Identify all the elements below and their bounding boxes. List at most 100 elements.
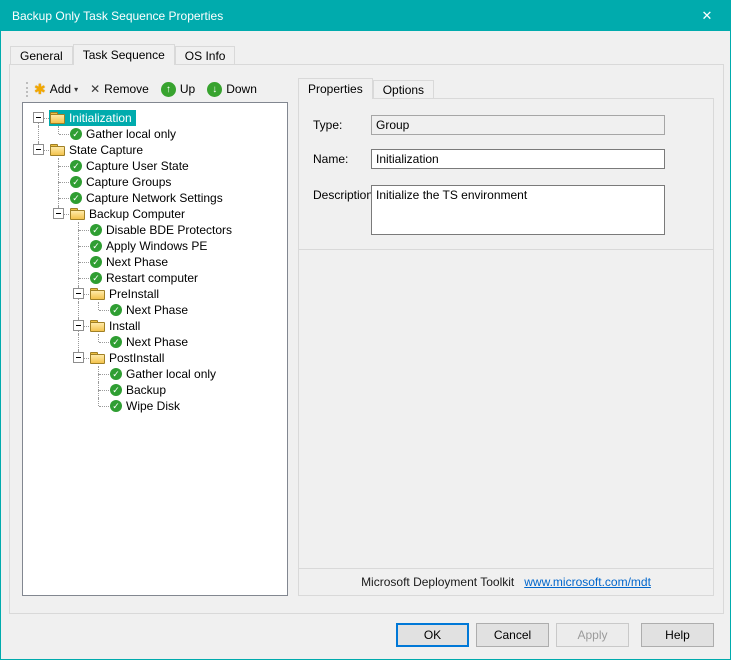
tree-node-content: ✓ Apply Windows PE	[89, 238, 211, 254]
tree-item-backup[interactable]: ✓Backup	[29, 382, 287, 398]
tree-expander-cell	[69, 350, 89, 366]
collapse-toggle-icon[interactable]	[33, 112, 44, 123]
tree-item-postinstall[interactable]: PostInstall	[29, 350, 287, 366]
step-check-icon: ✓	[110, 304, 122, 316]
collapse-toggle-icon[interactable]	[73, 352, 84, 363]
collapse-toggle-icon[interactable]	[53, 208, 64, 219]
cancel-button[interactable]: Cancel	[476, 623, 549, 647]
tree-connector	[89, 302, 109, 318]
tree-item-apply-windows-pe[interactable]: ✓ Apply Windows PE	[29, 238, 287, 254]
add-button[interactable]: ✱ Add ▾	[28, 80, 84, 98]
tree-item-label: Capture User State	[86, 159, 189, 173]
tree-indent-guide	[49, 302, 69, 318]
tree-node-content: Install	[89, 318, 144, 334]
tree-item-label: Capture Network Settings	[86, 191, 223, 205]
tree-item-next-phase[interactable]: ✓Next Phase	[29, 334, 287, 350]
collapse-toggle-icon[interactable]	[73, 288, 84, 299]
collapse-toggle-icon[interactable]	[33, 144, 44, 155]
tree-indent-guide	[49, 382, 69, 398]
tree-indent-guide	[29, 190, 49, 206]
tree-item-capture-network-settings[interactable]: ✓Capture Network Settings	[29, 190, 287, 206]
tree-indent-guide	[49, 254, 69, 270]
mdt-footer-text: Microsoft Deployment Toolkit	[361, 575, 514, 589]
tree-node-content: ✓Gather local only	[109, 366, 220, 382]
tree-node-content: Backup Computer	[69, 206, 189, 222]
tree-item-preinstall[interactable]: PreInstall	[29, 286, 287, 302]
description-field-row: Description: Initialize the TS environme…	[313, 185, 713, 235]
collapse-toggle-icon[interactable]	[73, 320, 84, 331]
apply-button[interactable]: Apply	[556, 623, 629, 647]
tree-item-capture-groups[interactable]: ✓Capture Groups	[29, 174, 287, 190]
tree-indent-guide	[69, 398, 89, 414]
remove-button[interactable]: ✕ Remove	[84, 80, 155, 98]
tree-node-content: PostInstall	[89, 350, 168, 366]
step-check-icon: ✓	[90, 240, 102, 252]
tree-item-initialization[interactable]: Initialization	[29, 110, 287, 126]
tree-item-state-capture[interactable]: State Capture	[29, 142, 287, 158]
tree-indent-guide	[69, 334, 89, 350]
close-button[interactable]: ✕	[684, 1, 730, 31]
tree-item-restart-computer[interactable]: ✓ Restart computer	[29, 270, 287, 286]
tree-node-content: ✓ Restart computer	[89, 270, 202, 286]
tab-os-info[interactable]: OS Info	[175, 46, 236, 64]
main-tabstrip: General Task Sequence OS Info	[10, 44, 235, 65]
group-folder-icon	[70, 208, 85, 220]
tree-expander-cell	[29, 142, 49, 158]
help-button[interactable]: Help	[641, 623, 714, 647]
tree-item-capture-user-state[interactable]: ✓Capture User State	[29, 158, 287, 174]
tree-item-next-phase[interactable]: ✓ Next Phase	[29, 254, 287, 270]
tree-item-label: Wipe Disk	[126, 399, 180, 413]
tree-connector	[69, 238, 89, 254]
up-button[interactable]: ↑ Up	[155, 80, 201, 99]
tab-general[interactable]: General	[10, 46, 73, 64]
tree-indent-guide	[29, 270, 49, 286]
ok-button[interactable]: OK	[396, 623, 469, 647]
tree-item-label: Gather local only	[126, 367, 216, 381]
name-input[interactable]	[371, 149, 665, 169]
tree-item-label: Backup Computer	[89, 207, 185, 221]
tree-indent-guide	[29, 238, 49, 254]
tree-item-next-phase[interactable]: ✓Next Phase	[29, 302, 287, 318]
step-check-icon: ✓	[70, 176, 82, 188]
tree-item-gather-local-only[interactable]: ✓Gather local only	[29, 366, 287, 382]
dialog-button-row: OK Cancel Apply Help	[396, 623, 714, 647]
tree-connector	[89, 334, 109, 350]
tree-item-wipe-disk[interactable]: ✓Wipe Disk	[29, 398, 287, 414]
tree-item-disable-bde-protectors[interactable]: ✓Disable BDE Protectors	[29, 222, 287, 238]
tree-indent-guide	[29, 318, 49, 334]
name-field-row: Name:	[313, 149, 713, 169]
tree-node-content: PreInstall	[89, 286, 163, 302]
mdt-website-link[interactable]: www.microsoft.com/mdt	[524, 575, 651, 589]
tree-indent-guide	[29, 126, 49, 142]
window-title: Backup Only Task Sequence Properties	[12, 9, 223, 23]
tab-task-sequence[interactable]: Task Sequence	[73, 44, 175, 65]
tree-item-label: State Capture	[69, 143, 143, 157]
tree-indent-guide	[29, 302, 49, 318]
description-input[interactable]: Initialize the TS environment	[371, 185, 665, 235]
step-check-icon: ✓	[90, 272, 102, 284]
tree-item-label: Gather local only	[86, 127, 176, 141]
tree-item-label: Apply Windows PE	[106, 239, 207, 253]
tab-properties[interactable]: Properties	[298, 78, 373, 99]
properties-form: Type: Name: Description: Initialize the …	[299, 99, 713, 250]
tree-indent-guide	[29, 382, 49, 398]
tree-connector	[49, 190, 69, 206]
dialog-window: Backup Only Task Sequence Properties ✕ G…	[0, 0, 731, 660]
tree-item-label: Restart computer	[106, 271, 198, 285]
tree-connector	[69, 222, 89, 238]
down-button[interactable]: ↓ Down	[201, 80, 263, 99]
mdt-footer: Microsoft Deployment Toolkit www.microso…	[299, 568, 713, 595]
tree-item-label: Next Phase	[106, 255, 168, 269]
tree-connector	[49, 126, 69, 142]
tree-node-content: ✓Next Phase	[109, 302, 192, 318]
tree-indent-guide	[29, 206, 49, 222]
tab-options[interactable]: Options	[373, 80, 434, 98]
type-field-row: Type:	[313, 115, 713, 135]
tree-indent-guide	[29, 254, 49, 270]
step-check-icon: ✓	[90, 256, 102, 268]
tree-indent-guide	[29, 398, 49, 414]
remove-x-icon: ✕	[90, 83, 100, 95]
tree-item-gather-local-only[interactable]: ✓Gather local only	[29, 126, 287, 142]
tree-item-install[interactable]: Install	[29, 318, 287, 334]
tree-item-backup-computer[interactable]: Backup Computer	[29, 206, 287, 222]
